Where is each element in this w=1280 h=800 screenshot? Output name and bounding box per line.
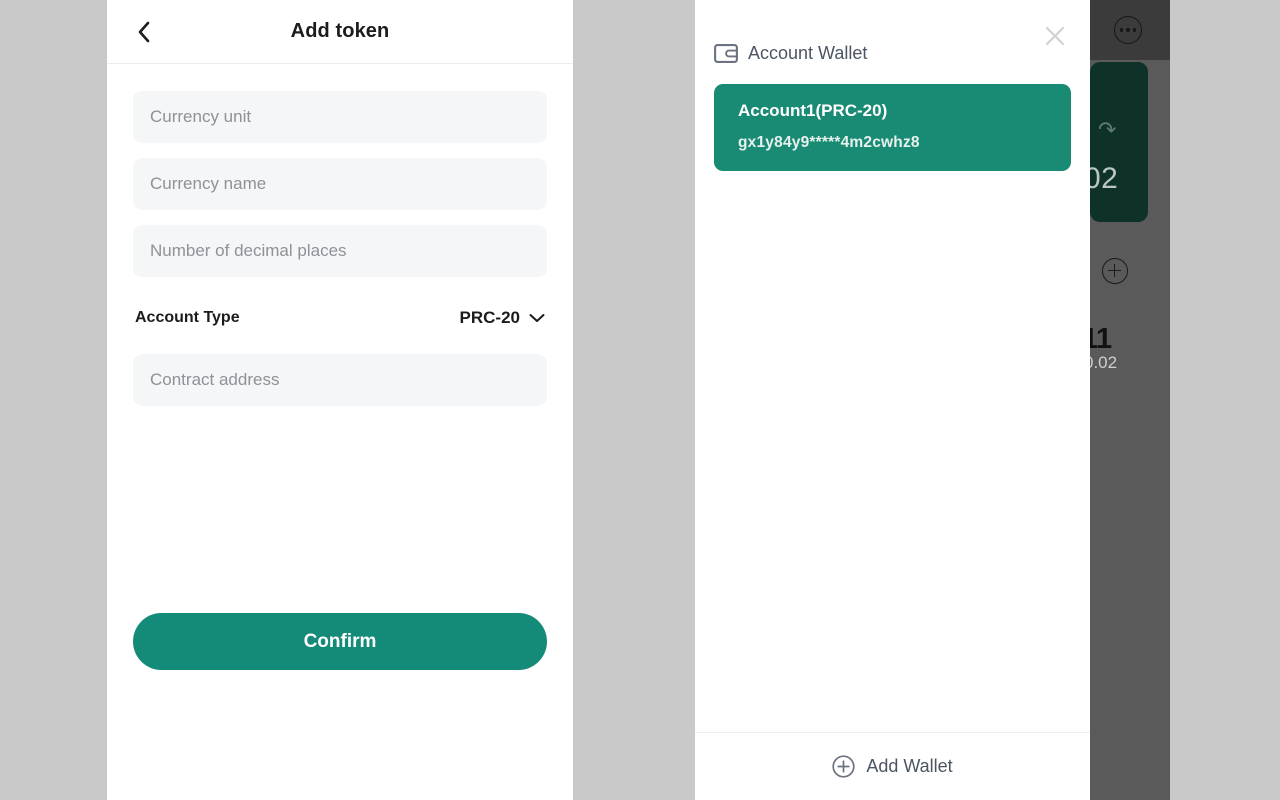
- account-type-select[interactable]: PRC-20: [460, 308, 545, 328]
- account-wallet-title: Account Wallet: [748, 43, 868, 63]
- wallet-icon: [714, 44, 738, 63]
- currency-name-input[interactable]: Currency name: [133, 158, 547, 210]
- background-topbar: [1090, 0, 1170, 60]
- contract-address-input[interactable]: Contract address: [133, 354, 547, 406]
- account-type-label: Account Type: [135, 309, 240, 326]
- add-token-header: Add token: [107, 0, 573, 64]
- back-button[interactable]: [127, 15, 161, 49]
- decimal-places-input[interactable]: Number of decimal places: [133, 225, 547, 277]
- account-wallet-panel: Account Wallet Account1(PRC-20) gx1y84y9…: [695, 0, 1090, 800]
- add-token-panel: Add token Currency unit Currency name Nu…: [107, 0, 573, 800]
- account-address: gx1y84y9*****4m2cwhz8: [738, 134, 920, 151]
- background-balance-card[interactable]: [1090, 62, 1148, 222]
- account-wallet-header: Account Wallet: [695, 0, 1090, 84]
- account-list-item[interactable]: Account1(PRC-20) gx1y84y9*****4m2cwhz8: [714, 84, 1071, 171]
- share-arrow-icon[interactable]: ↷: [1098, 118, 1126, 142]
- add-token-form: Currency unit Currency name Number of de…: [107, 64, 573, 406]
- background-amount-fragment: 02: [1090, 162, 1119, 195]
- account-type-row[interactable]: Account Type PRC-20: [133, 292, 547, 344]
- page-title: Add token: [290, 20, 390, 42]
- add-wallet-label: Add Wallet: [866, 756, 953, 776]
- background-stat-primary: 11: [1090, 323, 1112, 355]
- currency-unit-placeholder: Currency unit: [150, 107, 252, 126]
- add-wallet-button[interactable]: Add Wallet: [695, 732, 1090, 800]
- currency-name-placeholder: Currency name: [150, 174, 267, 193]
- close-button[interactable]: [1041, 22, 1069, 50]
- confirm-button[interactable]: Confirm: [133, 613, 547, 670]
- plus-circle-icon: [832, 755, 855, 778]
- decimal-places-placeholder: Number of decimal places: [150, 241, 347, 260]
- chevron-down-icon: [529, 313, 545, 323]
- more-horizontal-icon[interactable]: [1114, 16, 1142, 44]
- currency-unit-input[interactable]: Currency unit: [133, 91, 547, 143]
- account-name: Account1(PRC-20): [738, 101, 888, 120]
- chevron-left-icon: [137, 21, 151, 43]
- close-icon: [1041, 26, 1069, 54]
- contract-address-placeholder: Contract address: [150, 370, 280, 389]
- account-wallet-title-group: Account Wallet: [714, 43, 867, 64]
- background-stat-secondary: 0.02: [1090, 353, 1118, 372]
- screen: ↷ 02 11 0.02 Add token Currency unit Cur…: [0, 0, 1280, 800]
- account-list: Account1(PRC-20) gx1y84y9*****4m2cwhz8: [695, 84, 1090, 732]
- plus-circle-icon[interactable]: [1102, 258, 1128, 284]
- background-app: ↷ 02 11 0.02: [1090, 0, 1170, 800]
- account-type-value: PRC-20: [459, 308, 520, 327]
